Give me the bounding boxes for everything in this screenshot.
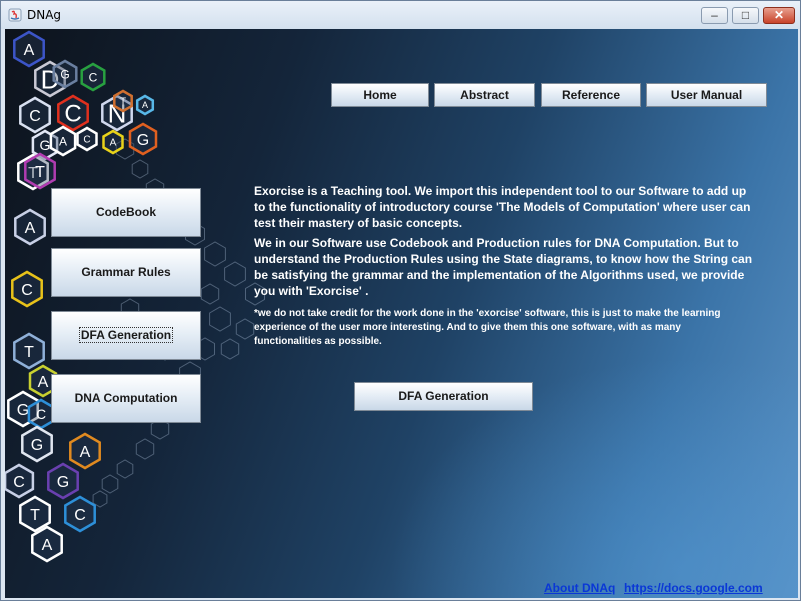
- hex-letter: C: [29, 108, 41, 125]
- hex-letter: T: [120, 97, 126, 108]
- window-title: DNAg: [27, 8, 62, 22]
- dna-letter-hexagon: C: [19, 96, 51, 134]
- dna-computation-button[interactable]: DNA Computation: [51, 374, 201, 423]
- hex-letter: A: [110, 138, 117, 149]
- decorative-hexagon: [220, 338, 240, 360]
- description-line: be satisfying the grammar and the implem…: [254, 268, 745, 282]
- decorative-hexagon: [135, 438, 155, 460]
- decorative-hexagon: [235, 318, 255, 340]
- dna-letter-hexagon: A: [49, 125, 77, 157]
- disclaimer-note: *we do not take credit for the work done…: [254, 307, 754, 349]
- dna-letter-hexagon: T: [19, 495, 51, 533]
- dfa-generation-main-button[interactable]: DFA Generation: [354, 382, 533, 411]
- hex-letter: G: [60, 67, 69, 81]
- java-app-icon: [8, 8, 22, 22]
- dna-letter-hexagon: A: [31, 525, 63, 563]
- docs-google-link[interactable]: https://docs.google.com: [624, 581, 763, 595]
- dna-letter-hexagon: G: [47, 462, 79, 500]
- close-icon: ✕: [773, 8, 785, 22]
- hex-letter: C: [21, 282, 33, 299]
- dna-letter-hexagon: C: [76, 126, 98, 152]
- dna-letter-hexagon: T: [24, 152, 56, 190]
- hex-letter: A: [25, 220, 36, 237]
- description-line: understand the Production Rules using th…: [254, 252, 753, 266]
- dna-letter-hexagon: A: [13, 30, 45, 68]
- description-line: We in our Software use Codebook and Prod…: [254, 236, 739, 250]
- dna-letter-hexagon: A: [135, 94, 155, 116]
- hex-letter: C: [64, 101, 81, 128]
- hex-letter: T: [24, 344, 34, 361]
- hex-letter: G: [17, 402, 29, 419]
- decorative-hexagon: [131, 159, 149, 179]
- abstract-button[interactable]: Abstract: [434, 83, 535, 107]
- dna-letter-hexagon: C: [27, 398, 55, 430]
- about-dnaq-link[interactable]: About DNAq: [544, 581, 615, 595]
- dna-letter-hexagon: T: [13, 332, 45, 370]
- hex-letter: G: [40, 137, 51, 153]
- dna-letter-hexagon: G: [128, 122, 158, 156]
- description-line: Exorcise is a Teaching tool. We import t…: [254, 184, 747, 198]
- decorative-hexagon: [224, 261, 246, 287]
- decorative-hexagon: [200, 283, 220, 305]
- main-panel: ADCGTCNATACTAGCGACGTCAGCCAGTA Home Abstr…: [5, 29, 798, 598]
- description-line: test their mastery of basic concepts.: [254, 216, 463, 230]
- hex-letter: A: [24, 42, 35, 59]
- home-button[interactable]: Home: [331, 83, 429, 107]
- grammar-rules-button[interactable]: Grammar Rules: [51, 248, 201, 297]
- title-bar[interactable]: DNAg – □ ✕: [1, 1, 800, 29]
- hex-letter: T: [30, 507, 40, 524]
- dna-letter-hexagon: C: [57, 94, 89, 132]
- description-line: to the functionality of introductory cou…: [254, 200, 751, 214]
- hex-letter: G: [57, 474, 69, 491]
- user-manual-button[interactable]: User Manual: [646, 83, 767, 107]
- dfa-generation-side-button[interactable]: DFA Generation: [51, 311, 201, 360]
- hex-letter: C: [36, 406, 46, 422]
- dfa-generation-side-label: DFA Generation: [78, 327, 174, 343]
- hex-letter: A: [38, 374, 49, 391]
- maximize-icon: □: [741, 8, 750, 22]
- decorative-hexagon: [204, 241, 226, 267]
- dna-letter-hexagon: C: [80, 62, 106, 92]
- decorative-hexagon: [116, 459, 134, 479]
- hex-letter: C: [74, 507, 86, 524]
- hex-letter: G: [31, 437, 43, 454]
- app-window: DNAg – □ ✕ ADCGTCNATACTAGCGACGTCAGCCAGTA…: [0, 0, 801, 601]
- hex-letter: A: [42, 537, 53, 554]
- hex-letter: A: [59, 134, 67, 148]
- hex-letter: C: [83, 135, 90, 146]
- dna-letter-hexagon: G: [52, 59, 78, 89]
- dna-letter-hexagon: C: [11, 270, 43, 308]
- hex-letter: C: [89, 70, 98, 84]
- decorative-hexagon: [101, 474, 119, 494]
- dna-letter-hexagon: A: [102, 129, 124, 155]
- maximize-button[interactable]: □: [732, 7, 759, 24]
- hex-letter: G: [137, 132, 149, 149]
- minimize-icon: –: [711, 8, 718, 22]
- description-paragraph-2: We in our Software use Codebook and Prod…: [254, 235, 752, 299]
- dna-letter-hexagon: C: [5, 463, 35, 499]
- note-line: *we do not take credit for the work done…: [254, 308, 721, 319]
- hex-letter: T: [35, 164, 45, 181]
- note-line: functionalities as possible.: [254, 336, 382, 347]
- dna-letter-hexagon: G: [21, 425, 53, 463]
- dna-letter-hexagon: T: [113, 89, 133, 113]
- close-button[interactable]: ✕: [763, 7, 795, 24]
- note-line: experience of the user more interesting.…: [254, 322, 681, 333]
- dna-letter-hexagon: A: [69, 432, 101, 470]
- hex-letter: A: [80, 444, 91, 461]
- minimize-button[interactable]: –: [701, 7, 728, 24]
- dna-letter-hexagon: A: [14, 208, 46, 246]
- decorative-hexagon: [209, 306, 231, 332]
- dna-letter-hexagon: C: [64, 495, 96, 533]
- hex-letter: C: [13, 474, 25, 491]
- codebook-button[interactable]: CodeBook: [51, 188, 201, 237]
- description-paragraph-1: Exorcise is a Teaching tool. We import t…: [254, 183, 750, 231]
- description-line: you with 'Exorcise' .: [254, 284, 369, 298]
- reference-button[interactable]: Reference: [541, 83, 641, 107]
- hex-letter: A: [142, 100, 148, 110]
